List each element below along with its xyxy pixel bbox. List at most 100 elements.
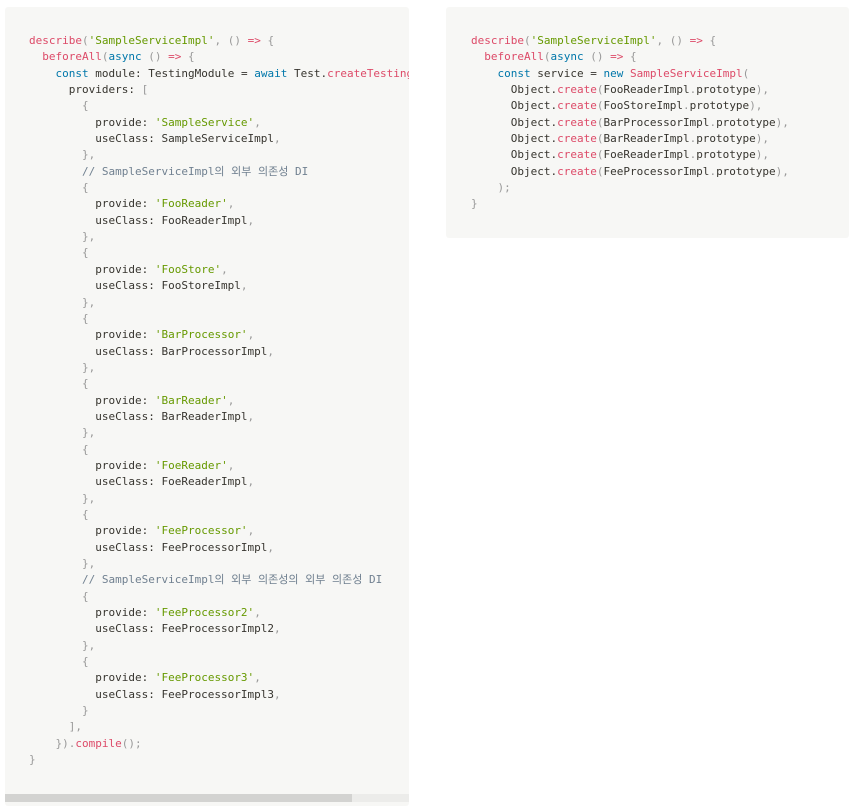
code-token: 'FooReader' (154, 197, 228, 211)
code-line: } (29, 752, 409, 768)
code-token: prototype (696, 148, 756, 162)
code-token: => (247, 34, 261, 47)
code-token: describe (471, 34, 524, 47)
code-token: beforeAll (42, 50, 102, 64)
code-line: }, (29, 491, 409, 507)
code-line: useClass: FooReaderImpl, (29, 213, 409, 229)
code-token: create (557, 99, 597, 113)
code-token: useClass: FooStoreImpl (29, 279, 241, 293)
code-token: provide: (29, 606, 155, 620)
code-token: provide: (29, 458, 155, 472)
code-token: 'SampleServiceImpl' (530, 34, 657, 47)
code-token: Object. (471, 164, 558, 178)
code-content-right: describe('SampleServiceImpl', () => { be… (446, 7, 789, 213)
code-token: provide: (29, 328, 155, 342)
code-token: prototype (696, 83, 756, 97)
code-token: useClass: BarReaderImpl (29, 409, 248, 423)
code-token: ), (775, 164, 789, 178)
code-token: { (702, 34, 717, 47)
code-line: } (471, 196, 789, 212)
code-token: }, (81, 230, 96, 244)
code-line: describe('SampleServiceImpl', () => { (471, 33, 789, 49)
code-line: useClass: SampleServiceImpl, (29, 131, 409, 147)
code-token: provide: (29, 524, 155, 538)
code-token: create (557, 132, 597, 146)
code-line: }, (29, 229, 409, 245)
code-token: [ (141, 83, 149, 97)
code-token: 'FoeReader' (154, 458, 228, 472)
code-token: FoeReaderImpl (603, 148, 690, 162)
code-token: , (247, 475, 255, 489)
code-token: provide: (29, 671, 155, 685)
code-token: 'SampleService' (154, 115, 255, 129)
code-token: { (260, 34, 275, 47)
code-token: useClass: FeeProcessorImpl2 (29, 622, 275, 636)
code-line: { (29, 507, 409, 523)
code-token: { (81, 311, 89, 325)
code-token: useClass: FooReaderImpl (29, 213, 248, 227)
code-token: , (247, 328, 255, 342)
code-token: }, (81, 295, 96, 309)
code-token: () (583, 50, 611, 64)
code-token: , () (656, 34, 690, 47)
code-token: }). (55, 736, 76, 750)
code-token: FeeProcessorImpl (603, 164, 710, 178)
code-token: , (227, 197, 235, 211)
code-token: prototype (696, 132, 756, 146)
code-token: 'FeeProcessor2' (154, 606, 255, 620)
code-line: Object.create(FooStoreImpl.prototype), (471, 98, 789, 114)
code-token: , (221, 262, 228, 276)
code-token: => (689, 34, 703, 47)
code-line: provide: 'BarReader', (29, 393, 409, 409)
code-token: useClass: SampleServiceImpl (29, 132, 275, 146)
code-token: useClass: BarProcessorImpl (29, 344, 268, 358)
code-line: ], (29, 719, 409, 735)
code-line: }, (29, 556, 409, 572)
scrollbar-thumb[interactable] (5, 794, 353, 802)
code-line: } (29, 703, 409, 719)
code-token: } (471, 197, 478, 211)
code-token: Object. (471, 132, 558, 146)
code-token: . (682, 99, 690, 113)
code-token: 'BarReader' (154, 393, 228, 407)
horizontal-scrollbar[interactable] (5, 794, 409, 802)
code-token: { (81, 181, 89, 195)
code-token: async (550, 50, 584, 64)
code-token: , (274, 687, 281, 701)
code-token: compile (75, 736, 122, 750)
code-token: { (81, 99, 89, 113)
code-token: , (247, 524, 255, 538)
code-line: { (29, 245, 409, 261)
code-line: Object.create(FooReaderImpl.prototype), (471, 82, 789, 98)
code-line: provide: 'FoeReader', (29, 458, 409, 474)
code-line: }, (29, 425, 409, 441)
code-token: } (81, 704, 89, 718)
code-content-left: describe('SampleServiceImpl', () => { be… (5, 7, 409, 768)
code-line: Object.create(FeeProcessorImpl.prototype… (471, 164, 789, 180)
code-token: ), (755, 83, 770, 97)
code-token: create (557, 148, 597, 162)
code-line: }, (29, 360, 409, 376)
code-token: beforeAll (484, 50, 544, 64)
code-line: provide: 'FooStore', (29, 262, 409, 278)
code-token: provide: (29, 197, 155, 211)
code-token: await (254, 66, 288, 80)
code-token: createTestingModule (327, 66, 409, 80)
code-token: 'FeeProcessor' (154, 524, 248, 538)
code-token: providers: (29, 83, 142, 97)
code-line: useClass: BarReaderImpl, (29, 409, 409, 425)
code-token: }, (81, 557, 96, 570)
